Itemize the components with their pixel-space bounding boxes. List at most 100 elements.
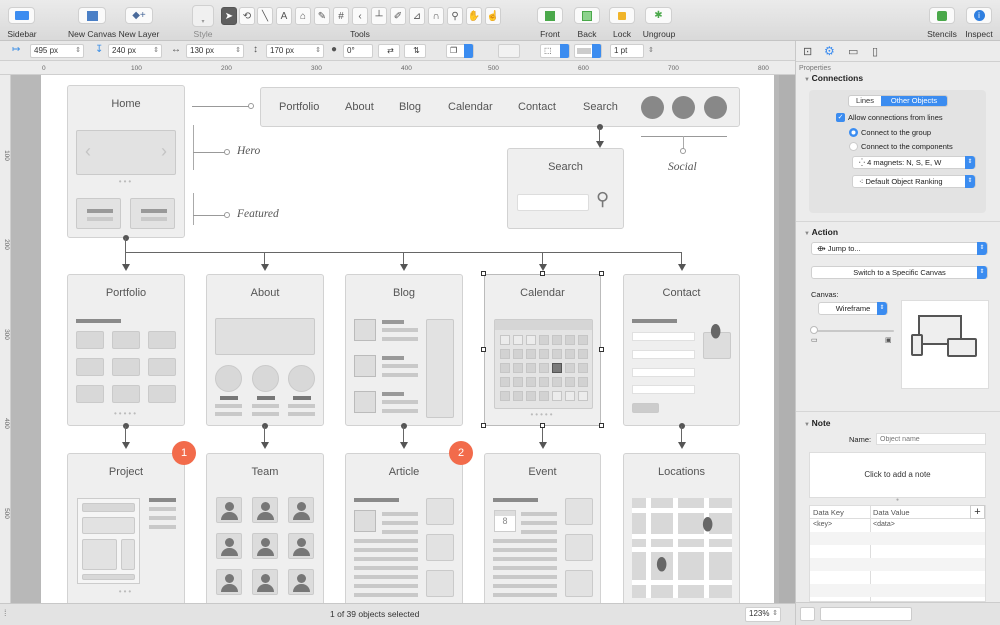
- stroke-pattern-select[interactable]: ⬚: [540, 44, 570, 58]
- portfolio-card[interactable]: Portfolio •••••: [67, 274, 185, 426]
- nav-item[interactable]: Contact: [518, 101, 556, 113]
- search-card[interactable]: Search ⚲: [507, 148, 624, 229]
- fill-color-well[interactable]: [498, 44, 520, 58]
- stroke-width-field[interactable]: 1 pt: [610, 44, 644, 58]
- pen-tool-icon[interactable]: ✎: [314, 7, 330, 25]
- magnets-select[interactable]: ⁛ 4 magnets: N, S, E, W ⇕: [852, 156, 976, 169]
- calendar-card[interactable]: Calendar •••••: [484, 274, 601, 426]
- nav-item[interactable]: Blog: [399, 101, 421, 113]
- stepper-icon[interactable]: ⇕: [772, 608, 778, 620]
- contact-card[interactable]: Contact ⬮: [623, 274, 740, 426]
- resize-handle-icon[interactable]: ●: [896, 497, 899, 503]
- shape-tool-icon[interactable]: ⌂: [295, 7, 311, 25]
- lasso-tool-icon[interactable]: ⟲: [239, 7, 255, 25]
- event-card[interactable]: Event 8: [484, 453, 601, 603]
- connections-section-toggle[interactable]: ▼ Connections: [804, 73, 863, 83]
- magnet-tool-icon[interactable]: ∩: [428, 7, 444, 25]
- selection-handle[interactable]: [481, 271, 486, 276]
- stroke-color-select[interactable]: [574, 44, 602, 58]
- grab-tool-icon[interactable]: ✋: [466, 7, 482, 25]
- drag-handle-icon[interactable]: ⁞: [4, 608, 7, 618]
- stepper-icon[interactable]: ⇕: [315, 45, 321, 57]
- footer-button[interactable]: [800, 607, 815, 621]
- layout-tab-icon[interactable]: ▭: [848, 45, 858, 58]
- rotation-field[interactable]: 0°: [343, 44, 373, 58]
- front-button[interactable]: [537, 7, 563, 24]
- browse-tool-icon[interactable]: ☝: [485, 7, 501, 25]
- allow-connections-checkbox[interactable]: ✓: [836, 113, 845, 122]
- about-card[interactable]: About: [206, 274, 324, 426]
- note-textarea[interactable]: Click to add a note: [809, 452, 986, 498]
- blog-card[interactable]: Blog: [345, 274, 463, 426]
- back-button[interactable]: [574, 7, 600, 24]
- note-section-toggle[interactable]: ▼ Note: [804, 418, 831, 428]
- diagram-tool-icon[interactable]: ‹: [352, 7, 368, 25]
- locations-card[interactable]: Locations ⬮ ⬮: [623, 453, 740, 603]
- slider-thumb[interactable]: [810, 326, 818, 334]
- object-name-input[interactable]: [876, 433, 986, 445]
- x-position-field[interactable]: 495 px ⇕: [30, 44, 84, 58]
- action-type-select[interactable]: ⟴ Jump to... ⇕: [811, 242, 988, 255]
- connect-group-radio[interactable]: [849, 128, 858, 137]
- style-button[interactable]: ▾: [192, 5, 214, 27]
- zoom-level-field[interactable]: 123% ⇕: [745, 607, 781, 622]
- footer-field[interactable]: [820, 607, 912, 621]
- style-pick-tool-icon[interactable]: ⊿: [409, 7, 425, 25]
- row-value[interactable]: <data>: [873, 521, 895, 528]
- y-position-field[interactable]: 240 px ⇕: [108, 44, 162, 58]
- lines-segment[interactable]: Lines: [849, 96, 881, 106]
- vertical-scrollbar[interactable]: [779, 75, 795, 603]
- inspect-button[interactable]: i: [966, 7, 992, 24]
- other-objects-segment[interactable]: Other Objects: [881, 96, 947, 106]
- stepper-icon[interactable]: ⇕: [235, 45, 241, 57]
- sidebar-button[interactable]: [8, 7, 35, 24]
- properties-gear-tab-icon[interactable]: ⚙: [824, 44, 835, 58]
- team-card[interactable]: Team: [206, 453, 324, 603]
- width-field[interactable]: 130 px ⇕: [186, 44, 244, 58]
- stepper-icon[interactable]: ⇕: [153, 45, 159, 57]
- nav-item[interactable]: Calendar: [448, 101, 493, 113]
- line-tool-icon[interactable]: ╲: [257, 7, 273, 25]
- article-card[interactable]: Article: [345, 453, 463, 603]
- document-tab-icon[interactable]: ▯: [872, 45, 878, 58]
- social-icon[interactable]: [672, 96, 695, 119]
- canvas-page[interactable]: Home ‹ › ••• Hero Featured Portfolio Abo…: [41, 75, 774, 603]
- select-tool-icon[interactable]: ➤: [221, 7, 237, 25]
- selection-handle[interactable]: [599, 271, 604, 276]
- table-tool-icon[interactable]: #: [333, 7, 349, 25]
- nav-item[interactable]: About: [345, 101, 374, 113]
- text-tool-icon[interactable]: A: [276, 7, 292, 25]
- new-layer-button[interactable]: ◆+: [125, 7, 153, 24]
- jump-target-select[interactable]: Switch to a Specific Canvas ⇕: [811, 266, 988, 279]
- action-section-toggle[interactable]: ▼ Action: [804, 227, 838, 237]
- connector-tree-tool-icon[interactable]: ┴: [371, 7, 387, 25]
- shadow-select[interactable]: ❐: [446, 44, 474, 58]
- nav-bar[interactable]: Portfolio About Blog Calendar Contact Se…: [260, 87, 740, 127]
- canvas-size-tab-icon[interactable]: ⊡: [803, 45, 812, 58]
- selection-handle[interactable]: [599, 347, 604, 352]
- selection-handle[interactable]: [481, 347, 486, 352]
- selection-handle[interactable]: [540, 271, 545, 276]
- rotation-knob-icon[interactable]: ●: [331, 44, 337, 55]
- home-card[interactable]: Home ‹ › •••: [67, 85, 185, 238]
- preview-size-slider[interactable]: [812, 330, 894, 332]
- style-brush-tool-icon[interactable]: ✐: [390, 7, 406, 25]
- project-card[interactable]: Project •••: [67, 453, 185, 603]
- social-icon[interactable]: [704, 96, 727, 119]
- lock-button[interactable]: [609, 7, 635, 24]
- stencils-button[interactable]: [929, 7, 955, 24]
- nav-item[interactable]: Portfolio: [279, 101, 319, 113]
- connect-components-radio[interactable]: [849, 142, 858, 151]
- nav-item[interactable]: Search: [583, 101, 618, 113]
- row-key[interactable]: <key>: [813, 521, 832, 528]
- selection-handle[interactable]: [481, 423, 486, 428]
- selection-handle[interactable]: [599, 423, 604, 428]
- stroke-width-stepper[interactable]: ⇕: [648, 46, 654, 54]
- social-icon[interactable]: [641, 96, 664, 119]
- canvas-area[interactable]: Home ‹ › ••• Hero Featured Portfolio Abo…: [11, 75, 795, 603]
- new-canvas-button[interactable]: [78, 7, 106, 24]
- ungroup-button[interactable]: ✱: [645, 7, 672, 24]
- add-row-button[interactable]: +: [970, 505, 985, 519]
- flip-horizontal-button[interactable]: ⇄: [378, 44, 400, 58]
- zoom-tool-icon[interactable]: ⚲: [447, 7, 463, 25]
